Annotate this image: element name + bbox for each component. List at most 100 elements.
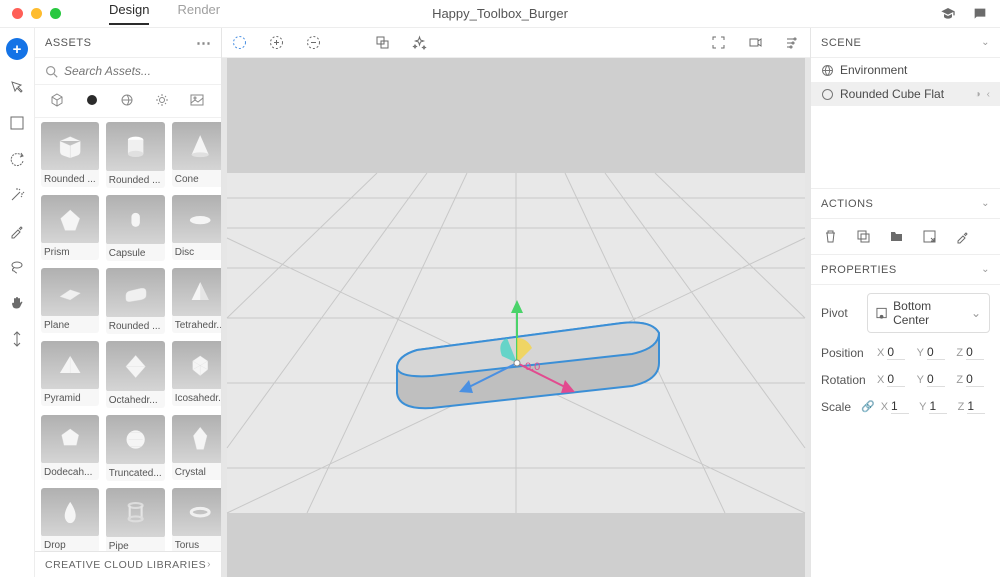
asset-pipe[interactable]: Pipe: [106, 488, 165, 551]
asset-ico[interactable]: Icosahedr...: [172, 341, 221, 407]
category-images-icon[interactable]: [190, 93, 206, 109]
asset-label: Truncated...: [106, 464, 165, 481]
asset-drop[interactable]: Drop: [41, 488, 99, 551]
chevron-down-icon[interactable]: ⌄: [981, 198, 990, 209]
asset-cone[interactable]: Cone: [172, 122, 221, 188]
add-to-selection-icon[interactable]: [269, 35, 284, 50]
new-file-icon[interactable]: [922, 229, 937, 244]
asset-dodec[interactable]: Dodecah...: [41, 415, 99, 481]
document-title: Happy_Toolbox_Burger: [432, 6, 568, 21]
search-icon: [45, 65, 58, 78]
scene-item-rounded-cube-flat[interactable]: Rounded Cube Flat ◑ ‹: [811, 82, 1000, 106]
tab-render[interactable]: Render: [177, 2, 220, 25]
move-z-icon[interactable]: [8, 330, 26, 348]
asset-cylinder[interactable]: Rounded ...: [106, 122, 165, 188]
asset-label: Disc: [172, 243, 221, 260]
eyedropper-icon[interactable]: [8, 222, 26, 240]
asset-tetra[interactable]: Tetrahedr...: [172, 268, 221, 334]
magic-wand-icon[interactable]: [8, 186, 26, 204]
tab-design[interactable]: Design: [109, 2, 149, 25]
scene-item-environment[interactable]: Environment: [811, 58, 1000, 82]
duplicate-icon[interactable]: [856, 229, 871, 244]
category-environments-icon[interactable]: [120, 93, 136, 109]
asset-plane[interactable]: Plane: [41, 268, 99, 334]
asset-label: Rounded ...: [41, 170, 99, 187]
category-lights-icon[interactable]: [155, 93, 171, 109]
asset-rounded-flat[interactable]: Rounded ...: [106, 268, 165, 334]
add-button[interactable]: +: [6, 38, 28, 60]
hand-tool-icon[interactable]: [8, 294, 26, 312]
asset-capsule[interactable]: Capsule: [106, 195, 165, 261]
asset-disc[interactable]: Disc: [172, 195, 221, 261]
asset-torus[interactable]: Torus: [172, 488, 221, 551]
assets-panel-title: ASSETS: [45, 37, 91, 49]
fullscreen-icon[interactable]: [711, 35, 726, 50]
asset-label: Icosahedr...: [172, 389, 221, 406]
chevron-down-icon: ⌄: [971, 306, 981, 320]
asset-label: Crystal: [172, 463, 221, 480]
rotation-y-field[interactable]: Y0: [917, 372, 951, 387]
cc-libraries-header[interactable]: CREATIVE CLOUD LIBRARIES ›: [35, 551, 221, 577]
eyedropper-action-icon[interactable]: [955, 229, 970, 244]
frame-tool-icon[interactable]: [8, 114, 26, 132]
snap-icon[interactable]: [375, 35, 390, 50]
asset-label: Tetrahedr...: [172, 316, 221, 333]
asset-octa[interactable]: Octahedr...: [106, 341, 165, 407]
close-window-icon[interactable]: [12, 8, 23, 19]
learn-icon[interactable]: [940, 6, 956, 22]
rotation-label: Rotation: [821, 373, 871, 387]
asset-pyramid[interactable]: Pyramid: [41, 341, 99, 407]
lasso-tool-icon[interactable]: [8, 258, 26, 276]
scale-z-field[interactable]: Z1: [958, 399, 990, 414]
rotation-x-field[interactable]: X0: [877, 372, 911, 387]
render-settings-icon[interactable]: [785, 35, 800, 50]
asset-categories: [35, 85, 221, 118]
camera-bookmark-icon[interactable]: [748, 35, 763, 50]
actions-panel-title: ACTIONS: [821, 198, 873, 210]
scene-item-label: Rounded Cube Flat: [840, 87, 944, 101]
right-panel: SCENE ⌄ EnvironmentRounded Cube Flat◑‹ A…: [810, 28, 1000, 577]
position-label: Position: [821, 346, 871, 360]
chevron-down-icon[interactable]: ⌄: [981, 264, 990, 275]
asset-label: Rounded ...: [106, 317, 165, 334]
orbit-tool-icon[interactable]: [8, 150, 26, 168]
search-input[interactable]: [64, 64, 221, 78]
rotation-z-field[interactable]: Z0: [956, 372, 990, 387]
category-models-icon[interactable]: [50, 93, 66, 109]
select-tool-icon[interactable]: [8, 78, 26, 96]
scale-x-field[interactable]: X1: [881, 399, 913, 414]
maximize-window-icon[interactable]: [50, 8, 61, 19]
remove-from-selection-icon[interactable]: [306, 35, 321, 50]
viewport-3d[interactable]: 0.0: [222, 58, 810, 577]
asset-crystal[interactable]: Crystal: [172, 415, 221, 481]
mesh-icon: [821, 88, 834, 101]
minimize-window-icon[interactable]: [31, 8, 42, 19]
position-x-field[interactable]: X0: [877, 345, 911, 360]
scale-label: Scale: [821, 400, 855, 414]
category-materials-icon[interactable]: [85, 93, 101, 109]
delete-icon[interactable]: [823, 229, 838, 244]
pivot-select[interactable]: Bottom Center ⌄: [867, 293, 990, 333]
folder-icon[interactable]: [889, 229, 904, 244]
chevron-down-icon[interactable]: ⌄: [981, 37, 990, 48]
asset-label: Pipe: [106, 537, 165, 551]
asset-trunc[interactable]: Truncated...: [106, 415, 165, 481]
position-z-field[interactable]: Z0: [956, 345, 990, 360]
feedback-icon[interactable]: [972, 6, 988, 22]
titlebar: Design Render Happy_Toolbox_Burger: [0, 0, 1000, 28]
asset-label: Cone: [172, 170, 221, 187]
asset-label: Pyramid: [41, 389, 99, 406]
effects-icon[interactable]: [412, 35, 427, 50]
asset-prism[interactable]: Prism: [41, 195, 99, 261]
visibility-icon[interactable]: ◑: [975, 89, 981, 100]
assets-panel-menu-icon[interactable]: ⋯: [196, 34, 211, 52]
position-y-field[interactable]: Y0: [917, 345, 951, 360]
scale-y-field[interactable]: Y1: [919, 399, 951, 414]
link-scale-icon[interactable]: 🔗: [861, 400, 875, 413]
chevron-left-icon[interactable]: ‹: [987, 89, 990, 100]
marquee-select-icon[interactable]: [232, 35, 247, 50]
asset-label: Dodecah...: [41, 463, 99, 480]
pivot-icon: [876, 307, 887, 319]
window-controls: [12, 8, 61, 19]
asset-rounded-cube[interactable]: Rounded ...: [41, 122, 99, 188]
